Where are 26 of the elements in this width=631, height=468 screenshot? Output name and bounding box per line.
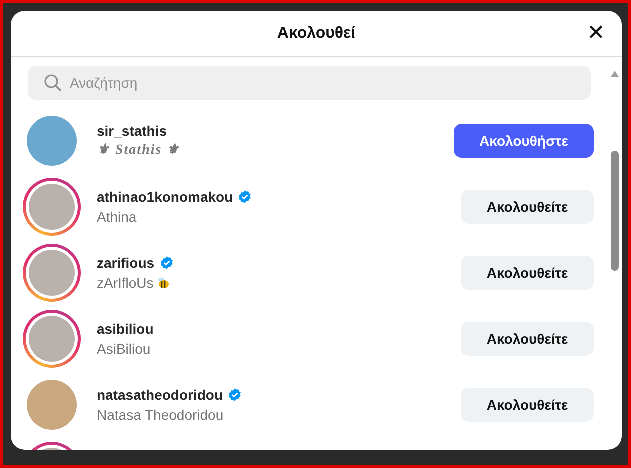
username-link[interactable]: asibiliou bbox=[97, 320, 154, 338]
avatar-photo-placeholder bbox=[29, 250, 75, 296]
username-link[interactable]: athinao1konomakou bbox=[97, 188, 234, 206]
following-button[interactable]: Ακολουθείτε bbox=[461, 322, 594, 356]
username-link[interactable]: zarifious bbox=[97, 254, 155, 272]
dialog-title: Ακολουθεί bbox=[277, 24, 356, 44]
full-name: Athina bbox=[97, 208, 137, 226]
follow-button[interactable]: Ακολουθήστε bbox=[454, 124, 594, 158]
full-name: zArIfloUs bbox=[97, 274, 154, 292]
username-link[interactable]: natasatheodoridou bbox=[97, 386, 224, 404]
avatar-photo-placeholder bbox=[27, 380, 77, 430]
full-name: Natasa Theodoridou bbox=[97, 406, 224, 424]
scroll-up-icon[interactable] bbox=[611, 71, 619, 77]
username-link[interactable]: sir_stathis bbox=[97, 122, 168, 140]
close-button[interactable]: ✕ bbox=[582, 19, 610, 47]
following-button[interactable]: Ακολουθείτε bbox=[461, 190, 594, 224]
full-name: AsiBiliou bbox=[97, 340, 151, 358]
scrollbar-thumb[interactable] bbox=[611, 151, 619, 271]
avatar-photo-placeholder bbox=[27, 116, 77, 166]
avatar-photo-placeholder bbox=[29, 316, 75, 362]
following-button[interactable]: Ακολουθείτε bbox=[461, 388, 594, 422]
search-field[interactable]: Αναζήτηση bbox=[28, 66, 591, 100]
search-icon bbox=[44, 74, 62, 92]
following-button[interactable]: Ακολουθείτε bbox=[461, 256, 594, 290]
full-name: ⚜ Stathis ⚜ bbox=[97, 142, 181, 160]
avatar-photo-placeholder bbox=[29, 184, 75, 230]
